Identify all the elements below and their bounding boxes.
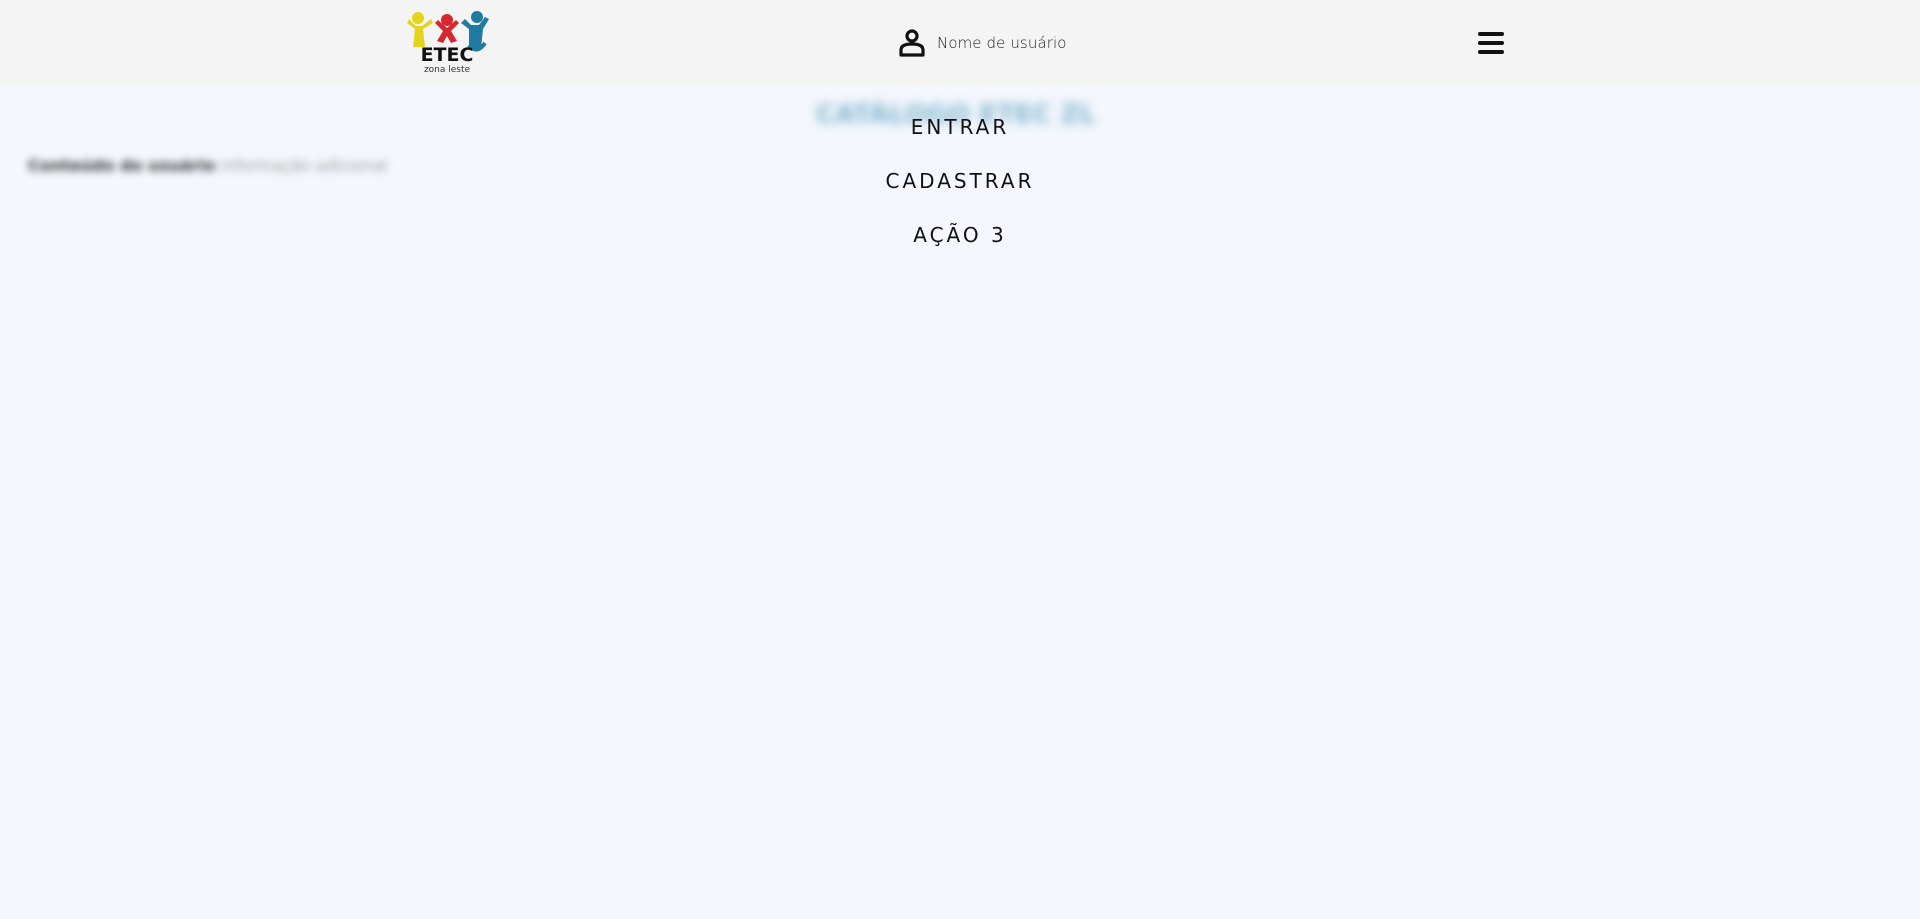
logo-subtitle: zona leste xyxy=(424,65,471,73)
etec-logo[interactable]: ETEC zona leste xyxy=(405,9,489,75)
etec-logo-image: ETEC zona leste xyxy=(407,11,489,75)
hamburger-menu-icon[interactable] xyxy=(1478,32,1504,54)
dropdown-menu: ENTRAR CADASTRAR AÇÃO 3 xyxy=(860,108,1060,270)
top-navbar: ETEC zona leste Nome de usuário xyxy=(0,0,1920,85)
user-profile[interactable]: Nome de usuário xyxy=(899,29,1067,57)
user-icon xyxy=(899,29,925,57)
background-content-strong: Conteúdo do usuário xyxy=(28,156,216,175)
background-content-light: informação adicional xyxy=(220,156,388,175)
menu-item-cadastrar[interactable]: CADASTRAR xyxy=(860,162,1060,216)
menu-item-entrar[interactable]: ENTRAR xyxy=(860,108,1060,162)
menu-item-acao-3[interactable]: AÇÃO 3 xyxy=(860,216,1060,270)
background-content-line: Conteúdo do usuário informação adicional xyxy=(28,156,388,175)
logo-title: ETEC xyxy=(421,44,474,66)
user-name: Nome de usuário xyxy=(937,34,1067,52)
